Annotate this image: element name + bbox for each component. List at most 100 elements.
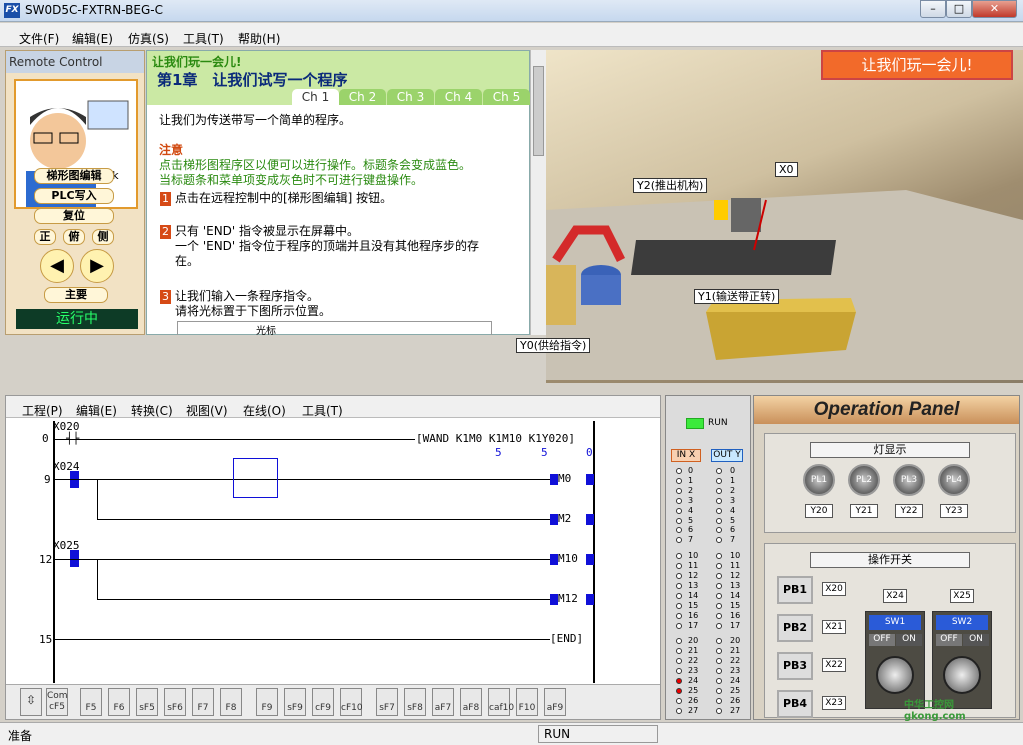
label-y1: Y1(输送带正转) <box>694 289 780 304</box>
fkey-sf8-button[interactable]: sF8 <box>404 688 426 716</box>
main-button[interactable]: 主要 <box>44 287 108 303</box>
input-led <box>676 707 682 714</box>
switches-group: 操作开关 PB1 X20 PB2 X21 PB3 X22 PB4 X23 X24 X25 SW… <box>764 543 1016 718</box>
output-led <box>716 527 722 534</box>
input-led <box>676 477 682 484</box>
tab-ch2[interactable]: Ch 2 <box>339 89 386 105</box>
pushbutton-pb4[interactable]: PB4 <box>777 690 813 718</box>
output-led <box>716 697 722 704</box>
tutorial-scrollbar[interactable] <box>530 50 546 335</box>
ladder-edit-button[interactable]: 梯形图编辑 <box>34 168 114 184</box>
remote-header: Remote Control <box>6 51 144 73</box>
fkey-af9-button[interactable]: aF9 <box>544 688 566 716</box>
menu-simulate[interactable]: 仿真(S) <box>128 30 169 47</box>
light-address: Y22 <box>895 504 923 518</box>
ladder-editor[interactable]: 工程(P) 编辑(E) 转换(C) 视图(V) 在线(O) 工具(T) 0 X0… <box>5 395 661 720</box>
fkey-sf9-button[interactable]: sF9 <box>284 688 306 716</box>
fkey-cf10-button[interactable]: cF10 <box>340 688 363 716</box>
view-side-button[interactable]: 侧 <box>92 229 114 245</box>
sw2-switch[interactable]: SW2 OFF ON <box>932 611 992 709</box>
plc-write-button[interactable]: PLC写入 <box>34 188 114 204</box>
maximize-button[interactable]: □ <box>946 0 972 18</box>
play-button[interactable]: 让我们玩一会儿! <box>821 50 1013 80</box>
cursor-tool-icon[interactable]: ⇳ <box>20 688 42 716</box>
tab-ch3[interactable]: Ch 3 <box>387 89 434 105</box>
pushbutton-pb3[interactable]: PB3 <box>777 652 813 680</box>
ladder-menu-view[interactable]: 视图(V) <box>186 402 228 419</box>
fkey-f8-button[interactable]: F8 <box>220 688 242 716</box>
fkey-cf9-button[interactable]: cF9 <box>312 688 334 716</box>
output-led <box>716 563 722 570</box>
output-label: 27 <box>730 705 741 715</box>
fkey-af8-button[interactable]: aF8 <box>460 688 482 716</box>
chapter-title: 第1章 让我们试写一个程序 <box>157 71 348 89</box>
sw2-on-label: ON <box>963 634 989 646</box>
ladder-cursor[interactable] <box>233 458 278 498</box>
sw1-switch[interactable]: SW1 OFF ON <box>865 611 925 709</box>
input-label: 0 <box>688 466 694 475</box>
fkey-sf7-button[interactable]: sF7 <box>376 688 398 716</box>
fkey-f9-button[interactable]: F9 <box>256 688 278 716</box>
fkey-caf10-button[interactable]: caf10 <box>488 688 514 716</box>
view-top-button[interactable]: 俯 <box>63 229 85 245</box>
ladder-menu-project[interactable]: 工程(P) <box>22 402 63 419</box>
example-figure: 光标 <box>177 321 492 337</box>
pushbutton-address: X20 <box>822 582 846 596</box>
running-status: 运行中 <box>16 309 138 329</box>
comment-tool-button[interactable]: Com cF5 <box>46 688 68 716</box>
rung-line <box>97 599 553 600</box>
fkey-af7-button[interactable]: aF7 <box>432 688 454 716</box>
remote-control: Remote Control click 梯形图编辑 PLC写入 复位 正 俯 … <box>5 50 145 335</box>
tab-ch1[interactable]: Ch 1 <box>292 89 339 105</box>
tab-ch5[interactable]: Ch 5 <box>483 89 530 105</box>
run-label: RUN <box>708 418 728 428</box>
input-label: 17 <box>688 620 699 630</box>
output-led <box>716 687 722 694</box>
fkey-sf5-button[interactable]: sF5 <box>136 688 158 716</box>
output-led <box>716 497 722 504</box>
sw1-off-label: OFF <box>869 634 895 646</box>
rung-line <box>55 639 550 640</box>
menu-tools[interactable]: 工具(T) <box>183 30 224 47</box>
menu-file[interactable]: 文件(F) <box>19 30 59 47</box>
sw2-knob-icon[interactable] <box>943 656 981 694</box>
output-label: 5 <box>730 515 736 525</box>
prev-arrow-icon[interactable]: ◀ <box>40 249 74 283</box>
switches-title: 操作开关 <box>810 552 970 568</box>
output-led <box>716 658 722 665</box>
sub-value: 0 <box>586 446 593 459</box>
view-front-button[interactable]: 正 <box>34 229 56 245</box>
output-led <box>716 553 722 560</box>
input-label: 15 <box>688 600 699 610</box>
ladder-menu-tools[interactable]: 工具(T) <box>302 402 343 419</box>
minimize-button[interactable]: – <box>920 0 946 18</box>
output-label: 10 <box>730 551 741 561</box>
tab-ch4[interactable]: Ch 4 <box>435 89 482 105</box>
close-button[interactable]: ✕ <box>972 0 1017 18</box>
pushbutton-address: X22 <box>822 658 846 672</box>
fkey-f5-button[interactable]: F5 <box>80 688 102 716</box>
wand-instruction[interactable]: [WAND K1M0 K1M10 K1Y020] <box>416 432 575 445</box>
ladder-menu-online[interactable]: 在线(O) <box>243 402 286 419</box>
menu-help[interactable]: 帮助(H) <box>238 30 280 47</box>
fkey-f6-button[interactable]: F6 <box>108 688 130 716</box>
pushbutton-pb2[interactable]: PB2 <box>777 614 813 642</box>
pushbutton-pb1[interactable]: PB1 <box>777 576 813 604</box>
input-led <box>676 517 682 524</box>
sw1-label: SW1 <box>869 615 921 630</box>
scroll-thumb[interactable] <box>533 66 544 156</box>
coil-label: M10 <box>558 552 578 565</box>
sw1-knob-icon[interactable] <box>876 656 914 694</box>
fkey-sf6-button[interactable]: sF6 <box>164 688 186 716</box>
sw1-address: X24 <box>883 589 907 603</box>
menu-edit[interactable]: 编辑(E) <box>72 30 113 47</box>
ladder-menu-edit[interactable]: 编辑(E) <box>76 402 117 419</box>
ladder-menu-convert[interactable]: 转换(C) <box>131 402 173 419</box>
input-label: 2 <box>688 485 694 495</box>
fkey-f10-button[interactable]: F10 <box>516 688 538 716</box>
fkey-f7-button[interactable]: F7 <box>192 688 214 716</box>
reset-button[interactable]: 复位 <box>34 208 114 224</box>
next-arrow-icon[interactable]: ▶ <box>80 249 114 283</box>
coil-label: M0 <box>558 472 572 485</box>
step-2-text-a: 只有 'END' 指令被显示在屏幕中。 <box>175 224 360 238</box>
